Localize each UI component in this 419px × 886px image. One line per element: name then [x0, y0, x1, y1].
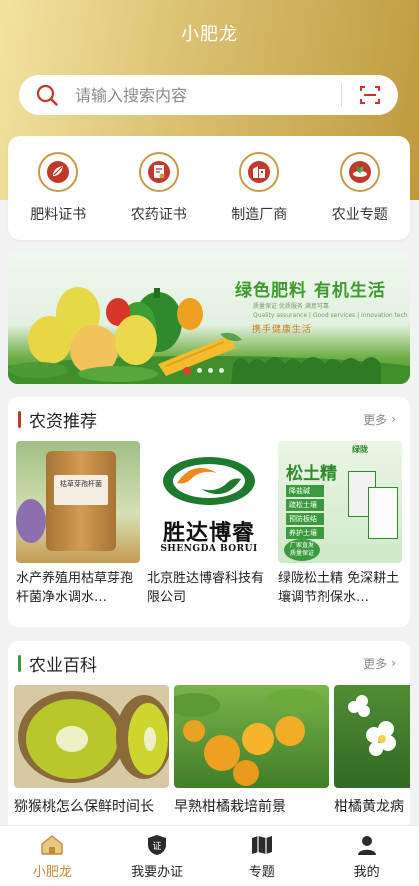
- logo-chinese-text: 胜达博睿: [162, 520, 255, 546]
- encyclopedia-list: 猕猴桃怎么保鲜时间长 早熟柑橘栽培前景 柑橘黄龙病: [8, 685, 410, 825]
- more-link[interactable]: 更多 ›: [363, 411, 410, 428]
- app-title: 小肥龙: [181, 24, 238, 45]
- quick-link-label: 制造厂商: [231, 207, 288, 223]
- recommend-section: 农资推荐 更多 › 枯草芽孢杆菌 水产养殖用枯草芽孢杆菌净水调水… 胜达博睿 S…: [8, 397, 410, 627]
- quick-link-pesticide-certificate[interactable]: 农药证书: [114, 152, 204, 224]
- article-card[interactable]: 早熟柑橘栽培前景: [174, 685, 329, 816]
- quick-link-label: 农业专题: [331, 207, 388, 223]
- encyclopedia-section: 农业百科 更多 › 猕猴桃怎么保鲜时间长 早熟柑橘栽培前景 柑橘黄龙病: [8, 641, 410, 831]
- tab-label: 我要办证: [131, 864, 184, 880]
- product-card[interactable]: 胜达博睿 SHENGDA BORUI 北京胜达博睿科技有限公司: [147, 441, 271, 607]
- chevron-right-icon: ›: [391, 656, 396, 670]
- more-label: 更多: [363, 412, 388, 427]
- bottom-tab-bar: 小肥龙 证 我要办证 专题 我的: [0, 825, 419, 886]
- recommend-list: 枯草芽孢杆菌 水产养殖用枯草芽孢杆菌净水调水… 胜达博睿 SHENGDA BOR…: [8, 441, 410, 605]
- banner-subtitle-line: 质量保证 优质服务 满意可靠: [253, 303, 329, 310]
- certificate-icon: 证: [145, 833, 169, 857]
- tab-label: 专题: [248, 864, 275, 880]
- citrus-flower-image: [334, 685, 410, 788]
- product-title: 水产养殖用枯草芽孢杆菌净水调水…: [16, 571, 134, 605]
- pagination-dot[interactable]: [208, 368, 213, 373]
- pagination-dot[interactable]: [183, 366, 191, 375]
- banner-subtitle-line: Quality assurance | Good services | inno…: [253, 312, 408, 319]
- chevron-right-icon: ›: [391, 412, 396, 426]
- article-title: 猕猴桃怎么保鲜时间长: [14, 799, 154, 815]
- map-icon: [250, 833, 274, 857]
- article-title: 早熟柑橘栽培前景: [174, 799, 286, 815]
- product-tag: 预防板结: [286, 513, 324, 525]
- product-tag: 养护土壤: [286, 527, 324, 539]
- citrus-illustration: [174, 689, 324, 786]
- quick-links-card: 肥料证书 农药证书 制造厂商 农业专题: [8, 136, 410, 240]
- tab-profile[interactable]: 我的: [314, 826, 419, 886]
- user-icon: [355, 833, 379, 857]
- product-tag: 疏松土壤: [286, 499, 324, 511]
- banner-slogan: 携手健康生活: [252, 325, 313, 335]
- search-bar[interactable]: [19, 75, 398, 115]
- product-tags: 降盐碱 疏松土壤 预防板结 养护土壤: [286, 485, 324, 539]
- agriculture-topic-icon: [339, 152, 380, 192]
- brand-badge: 绿陇: [352, 445, 368, 454]
- citrus-flower-illustration: [348, 695, 396, 756]
- product-bag: [368, 487, 398, 539]
- tab-apply-certificate[interactable]: 证 我要办证: [105, 826, 210, 886]
- logo-english-text: SHENGDA BORUI: [160, 544, 258, 554]
- leaf-certificate-icon: [38, 152, 79, 192]
- promo-banner[interactable]: 绿色肥料 有机生活 质量保证 优质服务 满意可靠 Quality assuran…: [8, 252, 410, 384]
- citrus-image: [174, 685, 329, 788]
- quick-link-label: 农药证书: [130, 207, 187, 223]
- search-input[interactable]: [75, 75, 341, 115]
- banner-headline: 绿色肥料 有机生活: [235, 281, 386, 301]
- flower-decoration: [16, 499, 46, 543]
- section-accent-bar: [18, 654, 21, 672]
- pagination-dot[interactable]: [219, 368, 224, 373]
- product-title: 绿陇松土精 免深耕土壤调节剂保水…: [278, 571, 400, 605]
- product-card[interactable]: 枯草芽孢杆菌 水产养殖用枯草芽孢杆菌净水调水…: [16, 441, 140, 607]
- scan-icon[interactable]: [342, 75, 398, 115]
- pesticide-certificate-icon: [138, 152, 179, 192]
- recommend-header: 农资推荐 更多 ›: [8, 397, 410, 441]
- home-icon: [40, 833, 64, 857]
- article-title: 柑橘黄龙病: [334, 799, 404, 815]
- article-card[interactable]: 柑橘黄龙病: [334, 685, 410, 816]
- quick-link-fertilizer-certificate[interactable]: 肥料证书: [13, 152, 103, 224]
- section-title: 农资推荐: [29, 411, 97, 432]
- product-image: 绿陇 松土精 降盐碱 疏松土壤 预防板结 养护土壤 厂家直发 质量保证: [278, 441, 402, 563]
- banner-subtitle: 质量保证 优质服务 满意可靠 Quality assurance | Good …: [253, 302, 408, 320]
- tab-home[interactable]: 小肥龙: [0, 826, 105, 886]
- svg-text:证: 证: [153, 841, 162, 852]
- quality-badge: 厂家直发 质量保证: [284, 539, 320, 561]
- tab-label: 我的: [353, 864, 380, 880]
- product-image: 枯草芽孢杆菌: [16, 441, 140, 563]
- banner-pagination: [183, 366, 224, 375]
- section-accent-bar: [18, 410, 21, 428]
- encyclopedia-header: 农业百科 更多 ›: [8, 641, 410, 685]
- kiwi-illustration: [18, 691, 169, 783]
- quick-link-manufacturer[interactable]: 制造厂商: [214, 152, 304, 224]
- quick-link-label: 肥料证书: [30, 207, 87, 223]
- company-logo-mark: [163, 457, 255, 505]
- quick-link-agriculture-topic[interactable]: 农业专题: [315, 152, 405, 224]
- product-card[interactable]: 绿陇 松土精 降盐碱 疏松土壤 预防板结 养护土壤 厂家直发 质量保证 绿陇松土…: [278, 441, 402, 607]
- product-name-art: 松土精: [286, 464, 337, 484]
- tab-label: 小肥龙: [32, 864, 72, 880]
- product-tag: 降盐碱: [286, 485, 324, 497]
- kiwi-image: [14, 685, 169, 788]
- more-label: 更多: [363, 656, 388, 671]
- more-link[interactable]: 更多 ›: [363, 655, 410, 672]
- tab-topics[interactable]: 专题: [210, 826, 315, 886]
- company-logo: 胜达博睿 SHENGDA BORUI: [147, 441, 271, 563]
- pagination-dot[interactable]: [197, 368, 202, 373]
- search-icon[interactable]: [19, 75, 75, 115]
- article-card[interactable]: 猕猴桃怎么保鲜时间长: [14, 685, 169, 816]
- factory-icon: [239, 152, 280, 192]
- product-label: 枯草芽孢杆菌: [54, 475, 108, 505]
- product-title: 北京胜达博睿科技有限公司: [147, 571, 265, 605]
- section-title: 农业百科: [29, 655, 97, 676]
